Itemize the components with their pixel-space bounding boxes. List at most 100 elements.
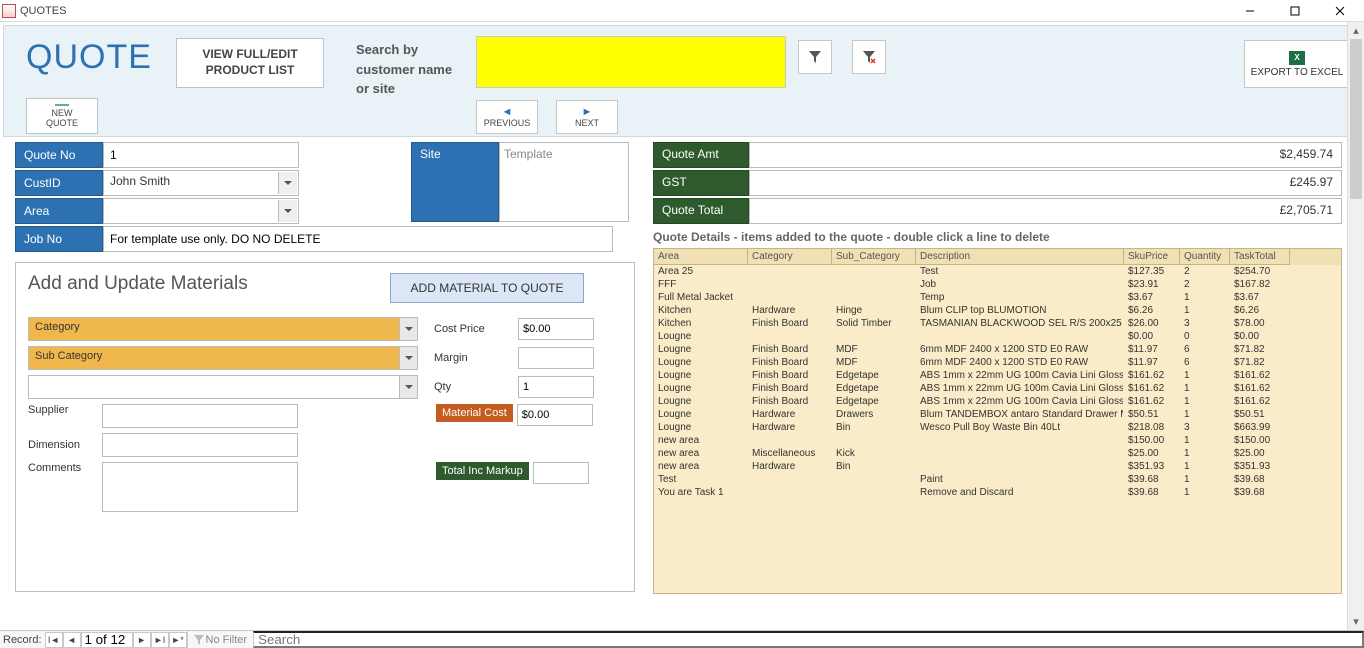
next-label: NEXT [575,118,599,128]
table-row[interactable]: LougneFinish BoardMDF6mm MDF 2400 x 1200… [654,343,1341,356]
col-description[interactable]: Description [916,249,1124,265]
quote-details-title: Quote Details - items added to the quote… [653,230,1342,244]
qty-input[interactable] [518,376,594,398]
filter-apply-button[interactable] [798,40,832,74]
quote-no-label: Quote No [15,142,103,168]
materials-panel: Add and Update Materials ADD MATERIAL TO… [15,262,635,592]
col-category[interactable]: Category [748,249,832,265]
material-cost-input[interactable] [517,404,593,426]
scroll-up-icon[interactable]: ▴ [1348,22,1364,39]
col-tasktotal[interactable]: TaskTotal [1230,249,1290,265]
window-title: QUOTES [20,5,66,17]
scroll-thumb[interactable] [1350,39,1362,199]
col-quantity[interactable]: Quantity [1180,249,1230,265]
last-record-button[interactable]: ►I [151,632,169,648]
gst-value: £245.97 [749,170,1342,196]
view-full-edit-button[interactable]: VIEW FULL/EDIT PRODUCT LIST [176,38,324,88]
table-row[interactable]: Area 25Test$127.352$254.70 [654,265,1341,278]
table-row[interactable]: LougneFinish BoardMDF6mm MDF 2400 x 1200… [654,356,1341,369]
funnel-clear-icon [862,50,876,64]
close-button[interactable] [1317,1,1362,21]
vertical-scrollbar[interactable]: ▴ ▾ [1347,22,1364,630]
table-row[interactable]: FFFJob$23.912$167.82 [654,278,1341,291]
table-row[interactable]: LougneHardwareBinWesco Pull Boy Waste Bi… [654,421,1341,434]
table-row[interactable]: KitchenHardwareHingeBlum CLIP top BLUMOT… [654,304,1341,317]
search-label: Search by customer name or site [356,40,466,99]
new-record-button[interactable]: ►* [169,632,187,648]
col-skuprice[interactable]: SkuPrice [1124,249,1180,265]
total-inc-markup-label: Total Inc Markup [436,462,529,480]
comments-input[interactable] [102,462,298,512]
previous-label: PREVIOUS [484,118,531,128]
prev-record-button[interactable]: ◄ [63,632,81,648]
table-row[interactable]: LougneFinish BoardEdgetapeABS 1mm x 22mm… [654,395,1341,408]
category-combo-label: Category [35,321,80,333]
site-label: Site [411,142,499,222]
table-row[interactable]: Lougne$0.000$0.00 [654,330,1341,343]
main-content: Quote No CustID John Smith Area Job No S… [3,142,1346,628]
excel-icon: X [1289,51,1305,65]
footer-search-input[interactable] [253,631,1364,648]
table-row[interactable]: new areaMiscellaneousKick$25.001$25.00 [654,447,1341,460]
total-inc-markup-input[interactable] [533,462,589,484]
window-titlebar: QUOTES [0,0,1364,22]
chevron-down-icon [399,318,417,340]
table-row[interactable]: TestPaint$39.681$39.68 [654,473,1341,486]
comments-label: Comments [28,462,98,474]
chevron-down-icon [399,347,417,369]
previous-button[interactable]: ◄ PREVIOUS [476,100,538,134]
quote-no-input[interactable] [103,142,299,168]
no-filter-indicator[interactable]: No Filter [187,631,254,648]
supplier-label: Supplier [28,404,98,416]
table-row[interactable]: new areaHardwareBin$351.931$351.93 [654,460,1341,473]
table-row[interactable]: LougneHardwareDrawersBlum TANDEMBOX anta… [654,408,1341,421]
custid-combo[interactable]: John Smith [103,170,299,196]
col-area[interactable]: Area [654,249,748,265]
quote-total-label: Quote Total [653,198,749,224]
quote-amt-value: $2,459.74 [749,142,1342,168]
table-row[interactable]: new area$150.001$150.00 [654,434,1341,447]
first-record-button[interactable]: I◄ [45,632,63,648]
table-row[interactable]: LougneFinish BoardEdgetapeABS 1mm x 22mm… [654,369,1341,382]
grid-header: Area Category Sub_Category Description S… [654,249,1341,265]
site-template-input[interactable]: Template [499,142,629,222]
dimension-input[interactable] [102,433,298,457]
right-column: Quote Amt $2,459.74 GST £245.97 Quote To… [653,142,1342,594]
category-combo[interactable]: Category [28,317,418,341]
filter-clear-button[interactable] [852,40,886,74]
scroll-down-icon[interactable]: ▾ [1348,613,1364,630]
record-position-input[interactable] [81,632,133,648]
margin-input[interactable] [518,347,594,369]
export-to-excel-button[interactable]: X EXPORT TO EXCEL [1244,40,1350,88]
next-record-button[interactable]: ► [133,632,151,648]
minimize-button[interactable] [1227,1,1272,21]
funnel-small-icon [194,635,204,645]
page-title: QUOTE [26,38,152,77]
search-input[interactable] [476,36,786,88]
custid-value: John Smith [110,174,170,188]
area-combo[interactable] [103,198,299,224]
next-button[interactable]: ► NEXT [556,100,618,134]
margin-label: Margin [434,352,514,364]
chevron-down-icon [399,376,417,398]
table-row[interactable]: KitchenFinish BoardSolid TimberTASMANIAN… [654,317,1341,330]
add-material-button[interactable]: ADD MATERIAL TO QUOTE [390,273,584,303]
table-row[interactable]: LougneFinish BoardEdgetapeABS 1mm x 22mm… [654,382,1341,395]
table-row[interactable]: Full Metal JacketTemp$3.671$3.67 [654,291,1341,304]
cost-price-input[interactable] [518,318,594,340]
jobno-input[interactable] [103,226,613,252]
subcategory-combo[interactable]: Sub Category [28,346,418,370]
table-row[interactable]: You are Task 1Remove and Discard$39.681$… [654,486,1341,499]
header-ribbon: QUOTE VIEW FULL/EDIT PRODUCT LIST NEW QU… [3,25,1361,137]
arrow-left-icon: ◄ [502,106,513,118]
maximize-button[interactable] [1272,1,1317,21]
supplier-input[interactable] [102,404,298,428]
new-quote-label: NEW QUOTE [37,108,87,128]
record-navigator: Record: I◄ ◄ ► ►I ►* No Filter [0,630,1364,648]
item-combo[interactable] [28,375,418,399]
col-subcategory[interactable]: Sub_Category [832,249,916,265]
material-cost-label: Material Cost [436,404,513,422]
quote-total-value: £2,705.71 [749,198,1342,224]
new-quote-button[interactable]: NEW QUOTE [26,98,98,134]
custid-label: CustID [15,170,103,196]
